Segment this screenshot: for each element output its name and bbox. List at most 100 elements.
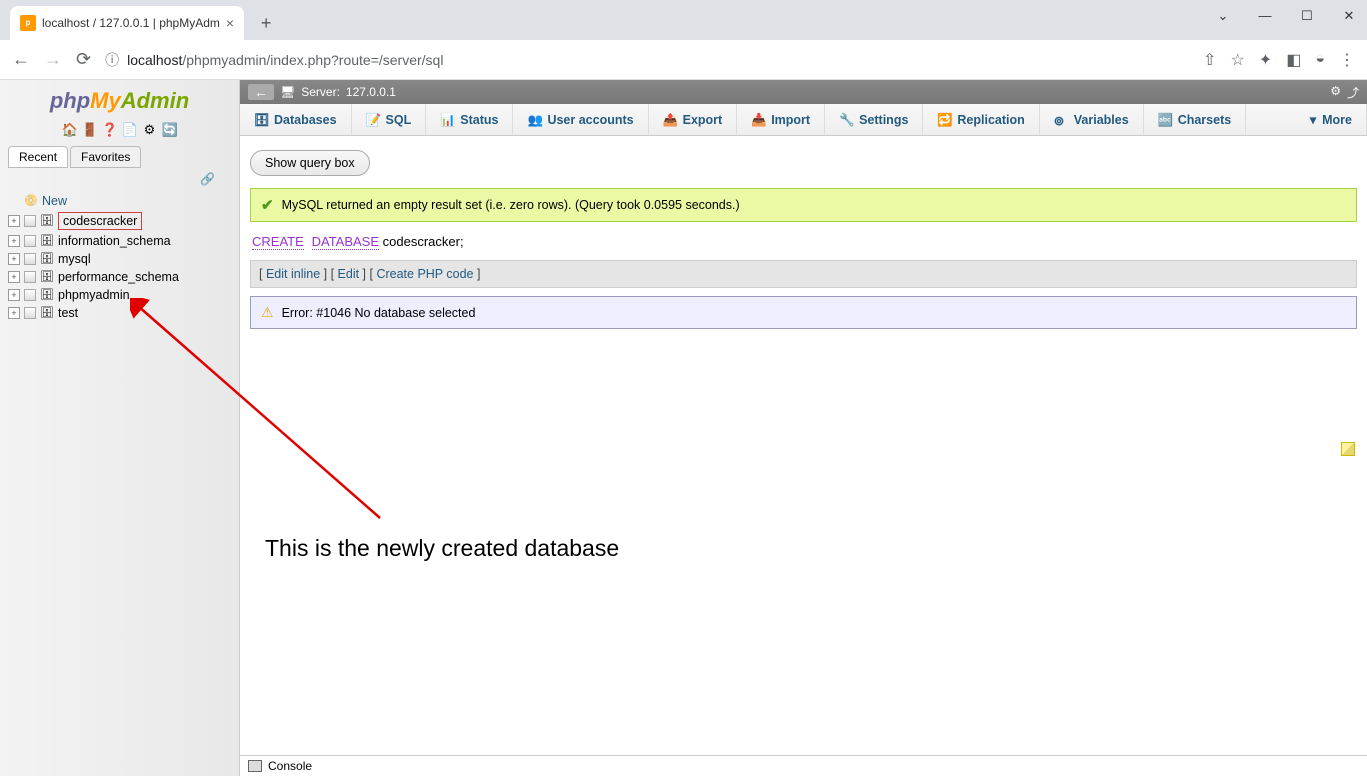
tree-link-icon (24, 235, 36, 247)
show-query-box-button[interactable]: Show query box (250, 150, 370, 176)
status-icon: 📊 (440, 113, 454, 127)
db-name: phpmyadmin (58, 288, 130, 302)
settings-icon[interactable]: ⚙ (142, 122, 158, 138)
url-input[interactable]: ⓘ localhost/phpmyadmin/index.php?route=/… (105, 50, 1189, 70)
new-tab-button[interactable]: + (252, 9, 280, 37)
console-bar[interactable]: Console (240, 755, 1367, 776)
db-name: codescracker (58, 212, 142, 230)
collapse-nav-button[interactable]: ← (248, 84, 274, 100)
page-settings-icon[interactable]: ⚙ (1330, 84, 1341, 101)
tree-link-icon (24, 271, 36, 283)
content-area: Show query box ✔ MySQL returned an empty… (240, 136, 1367, 776)
db-name: performance_schema (58, 270, 179, 284)
sidepanel-icon[interactable]: ◧ (1286, 50, 1301, 70)
tab-import[interactable]: 📥Import (737, 104, 825, 135)
tab-status[interactable]: 📊Status (426, 104, 513, 135)
tab-charsets[interactable]: 🔤Charsets (1144, 104, 1247, 135)
logo[interactable]: phpMyAdmin (0, 80, 239, 118)
extensions-icon[interactable]: ✦ (1259, 50, 1272, 70)
back-button[interactable]: ← (12, 49, 30, 70)
expand-icon[interactable]: + (8, 253, 20, 265)
share-icon[interactable]: ⇧ (1203, 50, 1216, 70)
databases-icon: 🗄 (254, 113, 268, 127)
tab-variables[interactable]: ⊚Variables (1040, 104, 1144, 135)
tree-db-test[interactable]: +🗄 test (8, 304, 231, 322)
logout-icon[interactable]: 🚪 (82, 122, 98, 138)
variables-icon: ⊚ (1054, 113, 1068, 127)
home-icon[interactable]: 🏠 (62, 122, 78, 138)
tree-db-mysql[interactable]: +🗄 mysql (8, 250, 231, 268)
reload-button[interactable]: ⟳ (76, 49, 91, 70)
annotation-text: This is the newly created database (265, 535, 619, 562)
tab-title: localhost / 127.0.0.1 | phpMyAdm (42, 16, 220, 30)
bookmark-icon[interactable]: ☆ (1230, 50, 1244, 70)
window-controls: ⌄ — ☐ ✕ (1211, 8, 1361, 24)
sql-icon[interactable]: 📄 (122, 122, 138, 138)
minimize-button[interactable]: — (1253, 8, 1277, 24)
expand-icon[interactable]: + (8, 215, 20, 227)
tree-db-performance-schema[interactable]: +🗄 performance_schema (8, 268, 231, 286)
database-icon: 🗄 (40, 234, 54, 248)
menu-icon[interactable]: ⋮ (1339, 50, 1355, 70)
sql-tab-icon: 📝 (366, 113, 380, 127)
tree-db-information-schema[interactable]: + 🗄 information_schema (8, 232, 231, 250)
wrench-icon: 🔧 (839, 113, 853, 127)
query-actions: [ Edit inline ] [ Edit ] [ Create PHP co… (250, 260, 1357, 288)
tab-user-accounts[interactable]: 👥User accounts (513, 104, 648, 135)
tree-new-database[interactable]: 📀 New (8, 192, 231, 210)
server-value[interactable]: 127.0.0.1 (346, 85, 396, 99)
note-corner-icon[interactable] (1341, 442, 1355, 456)
tab-more[interactable]: ▾More (1296, 104, 1367, 135)
expand-icon[interactable]: + (8, 307, 20, 319)
docs-icon[interactable]: ❓ (102, 122, 118, 138)
breadcrumb: ← 🖥 Server: 127.0.0.1 ⚙ ⤴ (240, 80, 1367, 104)
link-icon[interactable]: 🔗 (0, 168, 239, 188)
expand-icon[interactable]: + (8, 271, 20, 283)
tab-close-button[interactable]: × (226, 15, 234, 31)
success-text: MySQL returned an empty result set (i.e.… (282, 198, 740, 212)
export-icon: 📤 (663, 113, 677, 127)
tree-db-phpmyadmin[interactable]: +🗄 phpmyadmin (8, 286, 231, 304)
page-help-icon[interactable]: ⤴ (1347, 84, 1359, 101)
browser-right-icons: ⇧ ☆ ✦ ◧ ◒ ⋮ (1203, 50, 1355, 70)
warning-text: Error: #1046 No database selected (282, 306, 476, 320)
console-label: Console (268, 759, 312, 773)
profile-icon[interactable]: ◒ (1315, 50, 1325, 70)
sql-keyword: DATABASE (312, 234, 379, 250)
tab-recent[interactable]: Recent (8, 146, 68, 168)
replication-icon: 🔁 (937, 113, 951, 127)
new-label: New (42, 194, 67, 208)
tree-link-icon (24, 215, 36, 227)
logo-admin: Admin (121, 88, 189, 113)
tree-link-icon (24, 253, 36, 265)
tab-favorites[interactable]: Favorites (70, 146, 141, 168)
expand-icon[interactable]: + (8, 289, 20, 301)
tree-link-icon (24, 307, 36, 319)
expand-icon[interactable]: + (8, 235, 20, 247)
edit-inline-link[interactable]: Edit inline (266, 267, 320, 281)
charsets-icon: 🔤 (1158, 113, 1172, 127)
tab-replication[interactable]: 🔁Replication (923, 104, 1039, 135)
sidebar-tabs: Recent Favorites (0, 146, 239, 168)
create-php-link[interactable]: Create PHP code (376, 267, 473, 281)
tab-sql[interactable]: 📝SQL (352, 104, 427, 135)
tab-settings[interactable]: 🔧Settings (825, 104, 923, 135)
close-window-button[interactable]: ✕ (1337, 8, 1361, 24)
tab-export[interactable]: 📤Export (649, 104, 738, 135)
db-name: information_schema (58, 234, 171, 248)
tab-databases[interactable]: 🗄Databases (240, 104, 352, 135)
dropdown-icon: ▾ (1310, 112, 1316, 127)
tab-strip: p localhost / 127.0.0.1 | phpMyAdm × + (0, 0, 1367, 40)
database-icon: 🗄 (40, 306, 54, 320)
reload-nav-icon[interactable]: 🔄 (162, 122, 178, 138)
edit-link[interactable]: Edit (338, 267, 360, 281)
address-bar: ← → ⟳ ⓘ localhost/phpmyadmin/index.php?r… (0, 40, 1367, 80)
sql-query-display: CREATE DATABASE codescracker; (250, 230, 1357, 260)
chevron-down-icon[interactable]: ⌄ (1211, 8, 1235, 24)
check-icon: ✔ (261, 196, 274, 214)
favicon-icon: p (20, 15, 36, 31)
tree-db-codescracker[interactable]: +🗄 codescracker (8, 210, 231, 232)
forward-button[interactable]: → (44, 49, 62, 70)
browser-tab[interactable]: p localhost / 127.0.0.1 | phpMyAdm × (10, 6, 244, 40)
maximize-button[interactable]: ☐ (1295, 8, 1319, 24)
